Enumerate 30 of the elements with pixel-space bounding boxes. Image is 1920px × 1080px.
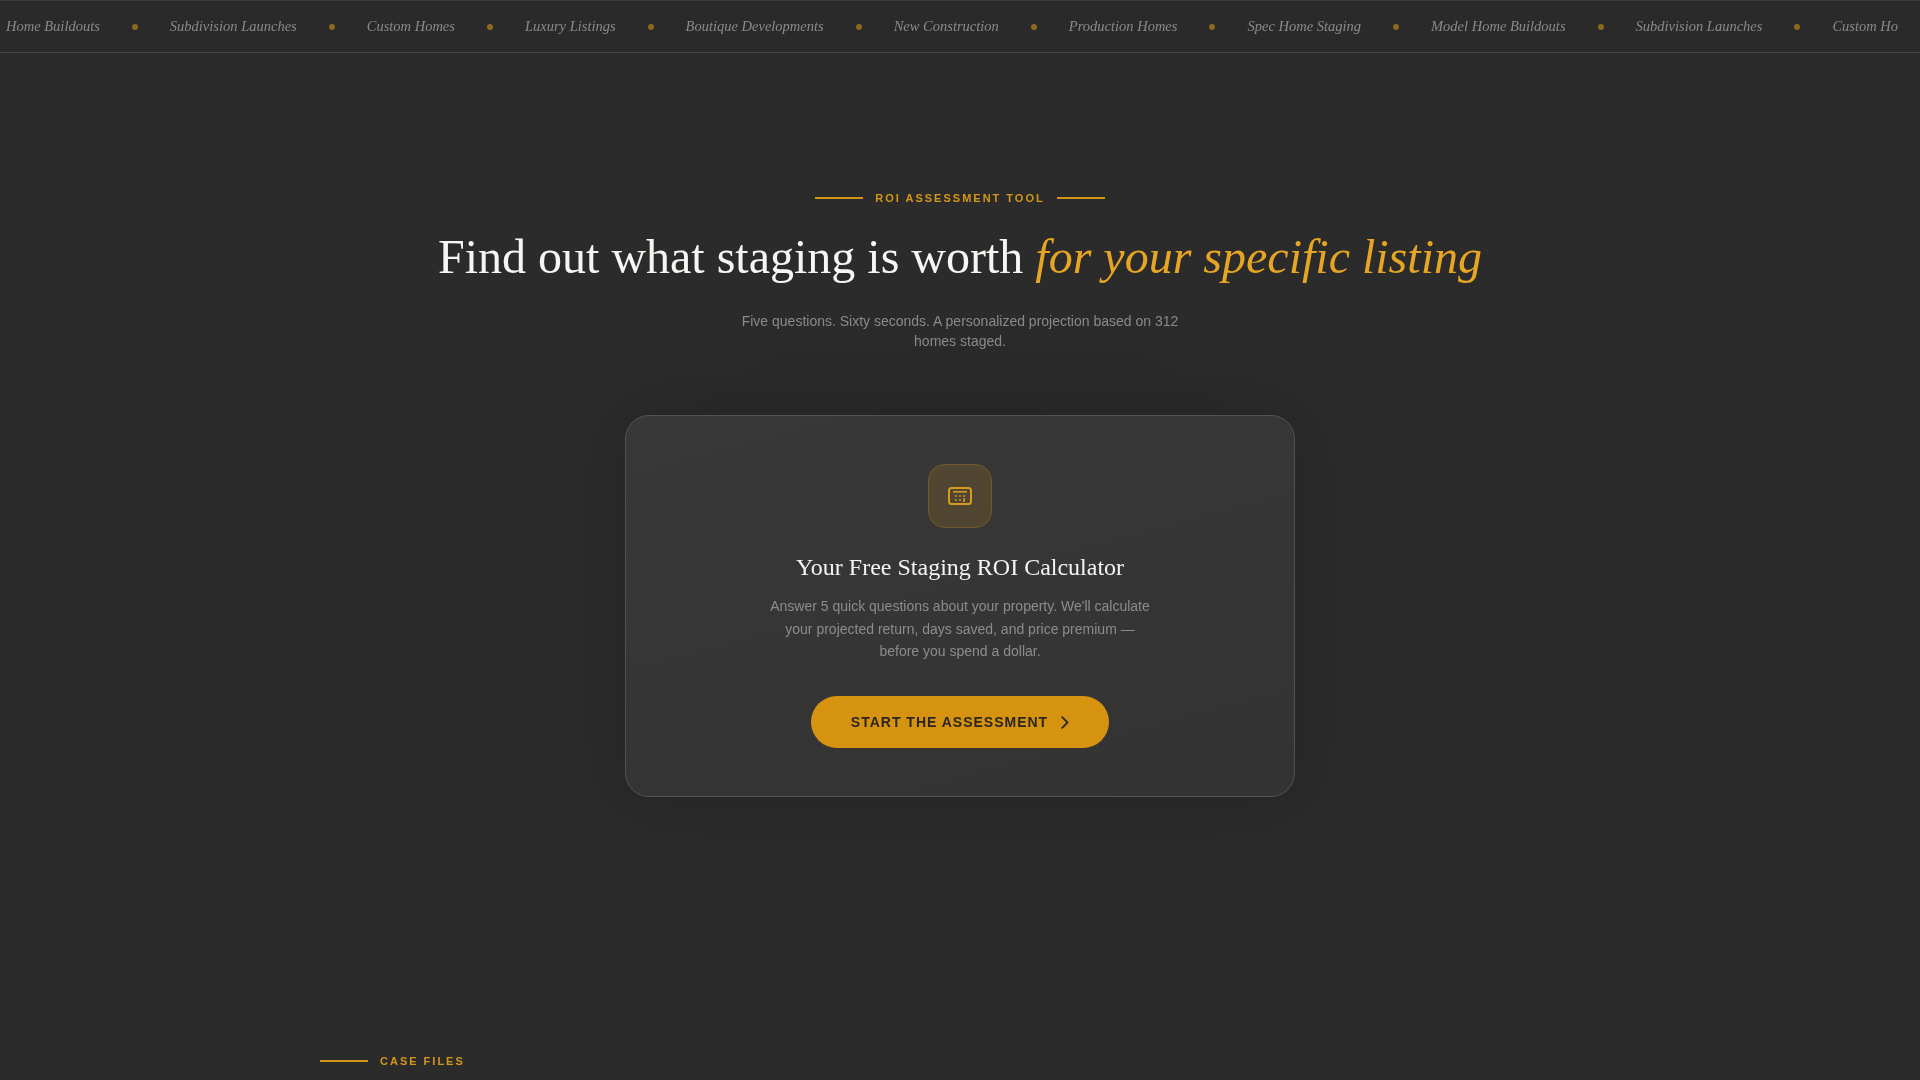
ticker-item: Custom Ho [1832, 18, 1899, 35]
card-title: Your Free Staging ROI Calculator [795, 553, 1125, 582]
dot-icon [131, 23, 138, 30]
card-description: Answer 5 quick questions about your property. We'll calculate your projected return, days saved, and price premium — before you spend a dollar. [769, 597, 1151, 662]
ticker-item: Custom Homes [366, 18, 455, 35]
ticker-item: Boutique Developments [685, 18, 824, 35]
dot-icon [647, 23, 654, 30]
dot-icon [486, 23, 493, 30]
ticker-item: Luxury Listings [524, 18, 616, 35]
dot-icon [1597, 23, 1604, 30]
calculator-icon [928, 464, 992, 528]
dot-icon [1794, 23, 1801, 30]
ticker-item: Spec Home Staging [1247, 18, 1361, 35]
ticker-item: Subdivision Launches [1635, 18, 1763, 35]
start-assessment-button[interactable]: START THE ASSESSMENT [810, 696, 1110, 749]
dot-icon [328, 23, 335, 30]
eyebrow-label: ROI ASSESSMENT TOOL [875, 192, 1045, 204]
ticker-item: Production Homes [1068, 18, 1178, 35]
ticker-item: Model Home Buildouts [1431, 18, 1566, 35]
dot-icon [855, 23, 862, 30]
ticker-item: New Construction [893, 18, 999, 35]
section-eyebrow: CASE FILES [380, 1055, 465, 1067]
dot-icon [1209, 23, 1216, 30]
hero-heading: Find out what staging is worth for your specific listing [438, 229, 1482, 285]
chevron-right-icon [1061, 715, 1070, 729]
hero-subtitle: Five questions. Sixty seconds. A personalized projection based on 312 homes staged. [740, 312, 1180, 351]
dot-icon [1030, 23, 1037, 30]
ticker-item: Subdivision Launches [169, 18, 297, 35]
ticker-item: Home Buildouts [6, 18, 100, 35]
dot-icon [1393, 23, 1399, 30]
